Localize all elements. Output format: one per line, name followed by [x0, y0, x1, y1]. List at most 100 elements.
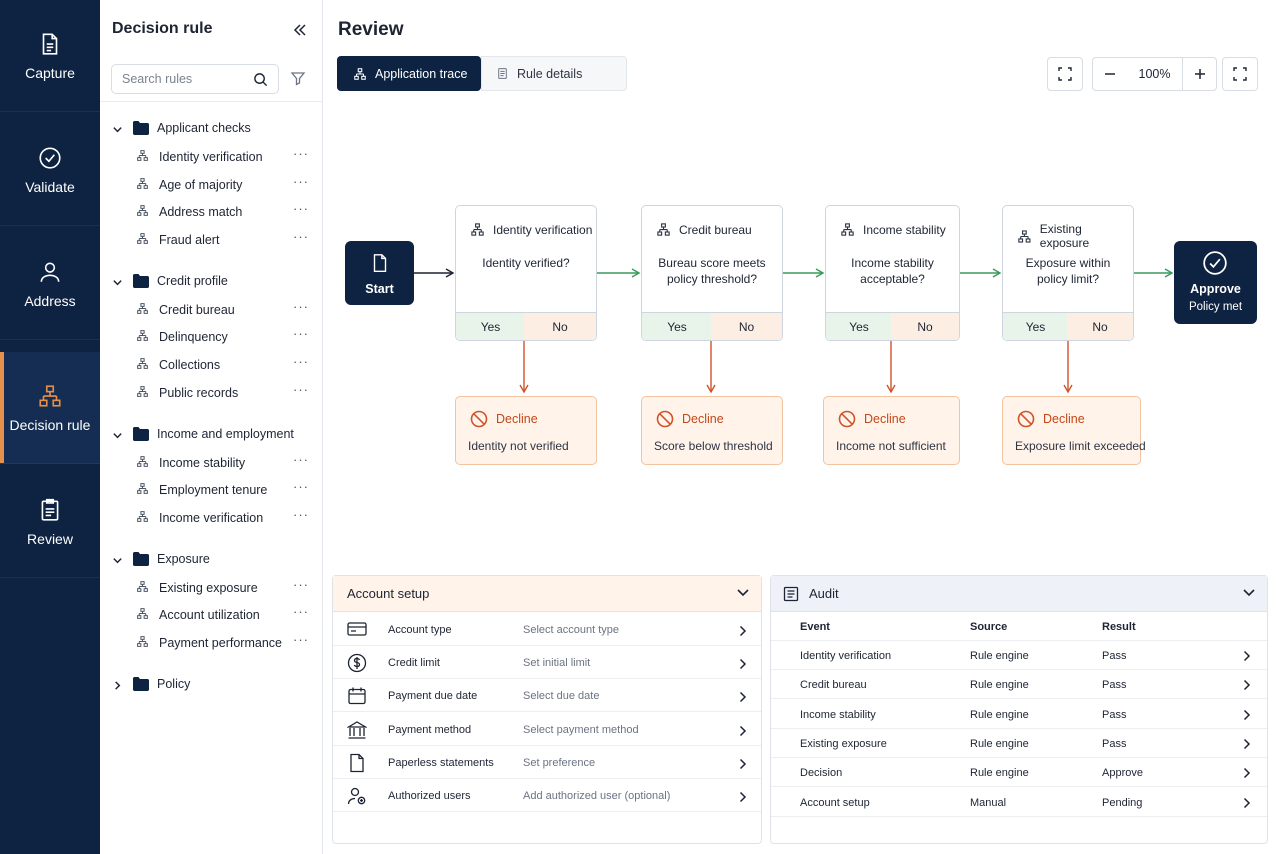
tab-rule-details[interactable]: Rule details: [481, 56, 627, 91]
tree-group-policy[interactable]: Policy: [100, 670, 323, 698]
rail-item-validate[interactable]: Validate: [0, 114, 100, 226]
no-branch-button[interactable]: No: [524, 312, 596, 340]
decline-title: Decline: [1043, 412, 1085, 426]
more-options-icon[interactable]: ···: [293, 577, 309, 592]
rail-label: Decision rule: [9, 416, 91, 433]
decline-node-identity[interactable]: Decline Identity not verified: [455, 396, 597, 465]
more-options-icon[interactable]: ···: [293, 326, 309, 341]
chevron-down-icon[interactable]: [112, 428, 123, 446]
audit-row[interactable]: Existing exposure Rule engine Pass: [771, 729, 1267, 758]
tree-item-public-records[interactable]: Public records ···: [100, 378, 323, 406]
setup-row-credit-limit[interactable]: Credit limit Set initial limit: [333, 646, 761, 680]
tree-item-existing-exposure[interactable]: Existing exposure ···: [100, 573, 323, 601]
audit-row[interactable]: Income stability Rule engine Pass: [771, 700, 1267, 729]
tree-item-account-utilization[interactable]: Account utilization ···: [100, 600, 323, 628]
more-options-icon[interactable]: ···: [293, 299, 309, 314]
chevron-down-icon[interactable]: [112, 122, 123, 140]
tree-item-employment-tenure[interactable]: Employment tenure ···: [100, 475, 323, 503]
setup-row-account-type[interactable]: Account type Select account type: [333, 613, 761, 646]
step-node-existing-exposure[interactable]: Existing exposure Exposure within policy…: [1002, 205, 1134, 341]
hierarchy-icon: [354, 67, 366, 80]
tree-group-income-and-employment[interactable]: Income and employment: [100, 420, 323, 448]
tree-group-exposure[interactable]: Exposure: [100, 545, 323, 573]
tree-item-collections[interactable]: Collections ···: [100, 350, 323, 378]
rail-item-decision-rule[interactable]: Decision rule: [0, 352, 100, 464]
decline-node-exposure[interactable]: Decline Exposure limit exceeded: [1002, 396, 1146, 465]
chevron-down-icon[interactable]: [112, 553, 123, 571]
tree-item-credit-bureau[interactable]: Credit bureau ···: [100, 295, 323, 323]
tree-item-label: Payment performance: [159, 635, 282, 650]
more-options-icon[interactable]: ···: [293, 479, 309, 494]
setup-row-authorized-users[interactable]: Authorized users Add authorized user (opt…: [333, 779, 761, 812]
audit-row[interactable]: Identity verification Rule engine Pass: [771, 641, 1267, 670]
tree-item-income-verification[interactable]: Income verification ···: [100, 503, 323, 531]
audit-row[interactable]: Decision Rule engine Approve: [771, 758, 1267, 788]
rule-node-icon: [136, 177, 149, 195]
step-node-income-stability[interactable]: Income stability Income stability accept…: [825, 205, 960, 341]
chevron-down-icon[interactable]: [112, 275, 123, 293]
tab-application-trace[interactable]: Application trace: [337, 56, 481, 91]
setup-row-payment-due-date[interactable]: Payment due date Select due date: [333, 679, 761, 713]
tree-group-credit-profile[interactable]: Credit profile: [100, 267, 323, 295]
audit-header[interactable]: Audit: [771, 576, 1267, 612]
tree-item-label: Account utilization: [159, 608, 260, 623]
setup-row-paperless-statements[interactable]: Paperless statements Set preference: [333, 746, 761, 779]
collapse-sidebar-button[interactable]: [290, 20, 310, 40]
audit-row[interactable]: Account setup Manual Pending: [771, 788, 1267, 817]
more-options-icon[interactable]: ···: [293, 507, 309, 522]
zoom-level[interactable]: 100%: [1127, 57, 1183, 91]
folder-icon: [133, 426, 149, 446]
tree-item-income-stability[interactable]: Income stability ···: [100, 448, 323, 476]
fullscreen-button[interactable]: [1222, 57, 1258, 91]
yes-branch-button[interactable]: Yes: [456, 312, 526, 340]
step-header: Income stability: [840, 222, 946, 237]
prohibited-icon: [656, 410, 674, 428]
tree-item-identity-verification[interactable]: Identity verification ···: [100, 142, 323, 170]
rail-item-address[interactable]: Address: [0, 228, 100, 340]
more-options-icon[interactable]: ···: [293, 146, 309, 161]
decline-title: Decline: [682, 412, 724, 426]
search-input[interactable]: [122, 72, 252, 86]
decline-node-income[interactable]: Decline Income not sufficient: [823, 396, 960, 465]
more-options-icon[interactable]: ···: [293, 604, 309, 619]
step-node-credit-bureau[interactable]: Credit bureau Bureau score meets policy …: [641, 205, 783, 341]
search-icon[interactable]: [253, 72, 268, 92]
step-node-identity-verification[interactable]: Identity verification Identity verified?…: [455, 205, 597, 341]
tree-item-address-match[interactable]: Address match ···: [100, 197, 323, 225]
no-branch-button[interactable]: No: [891, 312, 959, 340]
account-setup-header[interactable]: Account setup: [333, 576, 761, 612]
tree-item-age-of-majority[interactable]: Age of majority ···: [100, 170, 323, 198]
rail-item-capture[interactable]: Capture: [0, 0, 100, 112]
yes-branch-button[interactable]: Yes: [1003, 312, 1069, 340]
tree-item-label: Identity verification: [159, 150, 263, 164]
more-options-icon[interactable]: ···: [293, 632, 309, 647]
fit-to-screen-button[interactable]: [1047, 57, 1083, 91]
tree-group-applicant-checks[interactable]: Applicant checks: [100, 114, 323, 142]
more-options-icon[interactable]: ···: [293, 382, 309, 397]
no-branch-button[interactable]: No: [1067, 312, 1133, 340]
rail-item-review[interactable]: Review: [0, 466, 100, 578]
more-options-icon[interactable]: ···: [293, 201, 309, 216]
tree-item-fraud-alert[interactable]: Fraud alert ···: [100, 225, 323, 253]
more-options-icon[interactable]: ···: [293, 174, 309, 189]
more-options-icon[interactable]: ···: [293, 452, 309, 467]
tree-item-delinquency[interactable]: Delinquency ···: [100, 322, 323, 350]
more-options-icon[interactable]: ···: [293, 229, 309, 244]
rule-node-icon: [136, 580, 149, 598]
filter-icon[interactable]: [290, 70, 306, 91]
approve-node[interactable]: Approve Policy met: [1174, 241, 1257, 324]
tree-group-label: Policy: [157, 676, 191, 691]
more-options-icon[interactable]: ···: [293, 354, 309, 369]
no-branch-button[interactable]: No: [711, 312, 782, 340]
tree-item-payment-performance[interactable]: Payment performance ···: [100, 628, 323, 656]
yes-branch-button[interactable]: Yes: [642, 312, 713, 340]
chevron-right-icon[interactable]: [112, 678, 123, 696]
zoom-in-button[interactable]: [1182, 57, 1217, 91]
decline-node-credit[interactable]: Decline Score below threshold: [641, 396, 783, 465]
start-node[interactable]: Start: [345, 241, 414, 305]
audit-row[interactable]: Credit bureau Rule engine Pass: [771, 670, 1267, 700]
zoom-out-button[interactable]: [1092, 57, 1128, 91]
setup-row-payment-method[interactable]: Payment method Select payment method: [333, 713, 761, 746]
yes-branch-button[interactable]: Yes: [826, 312, 893, 340]
